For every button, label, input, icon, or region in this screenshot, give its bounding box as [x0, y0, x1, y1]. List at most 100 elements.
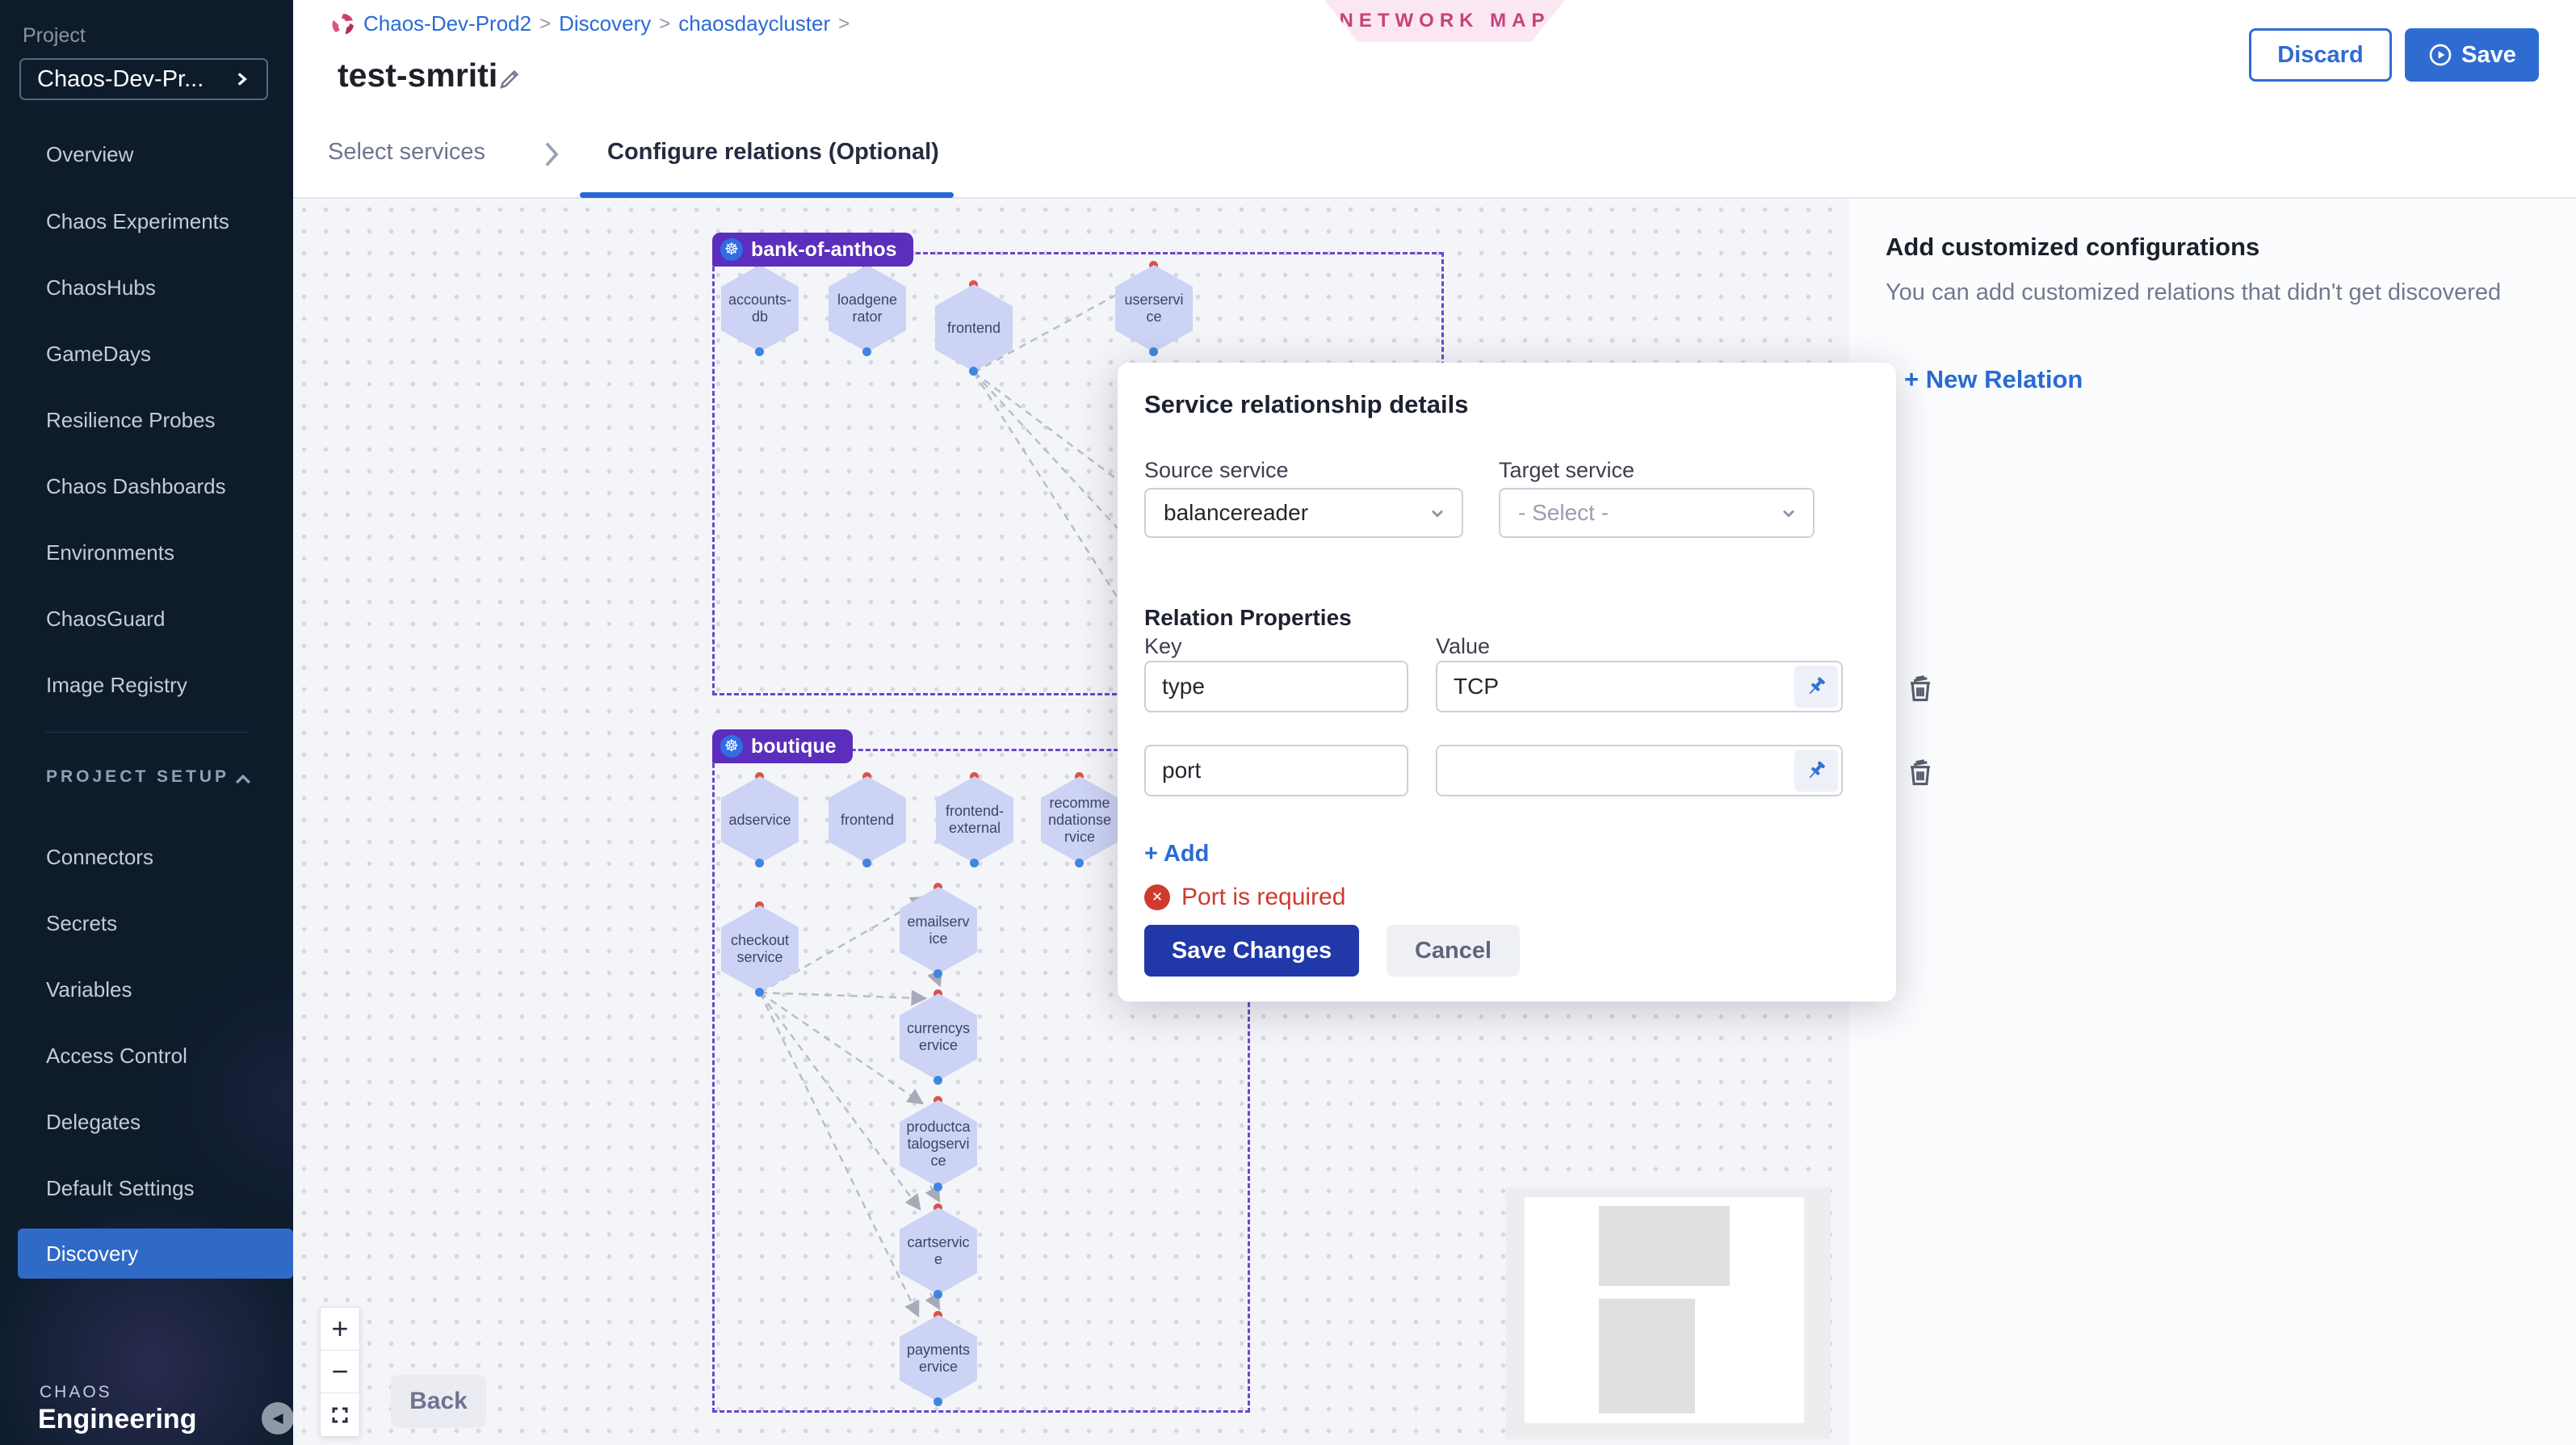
service-relationship-modal: Service relationship details Source serv… — [1118, 363, 1896, 1002]
service-node[interactable]: frontend — [829, 772, 906, 867]
delete-row-button[interactable] — [1903, 754, 1938, 792]
new-relation-link[interactable]: + New Relation — [1904, 365, 2083, 394]
chaos-logo-icon — [331, 12, 355, 36]
service-node-label: paymentservice — [906, 1342, 971, 1376]
sidebar-item-discovery[interactable]: Discovery — [18, 1229, 293, 1279]
sidebar-item-gamedays[interactable]: GameDays — [0, 330, 293, 377]
service-node[interactable]: frontend-external — [936, 772, 1013, 867]
service-node[interactable]: productcatalogservice — [900, 1096, 977, 1191]
sidebar-item-chaosguard[interactable]: ChaosGuard — [0, 595, 293, 642]
fit-view-button[interactable] — [321, 1393, 359, 1436]
app-root: ☸ bank-of-anthos ☸ boutique — [0, 0, 2576, 1445]
brand-module-label: CHAOS — [40, 1383, 112, 1402]
target-service-placeholder: - Select - — [1518, 500, 1609, 526]
tab-select-services[interactable]: Select services — [328, 139, 485, 166]
save-button[interactable]: Save — [2405, 28, 2539, 82]
service-node[interactable]: emailservice — [900, 883, 977, 978]
service-node-label: currencyservice — [906, 1020, 971, 1054]
service-node-label: cartservice — [906, 1234, 971, 1268]
sidebar-item-overview[interactable]: Overview — [0, 131, 293, 178]
egress-dot — [1075, 859, 1084, 867]
service-node[interactable]: frontend — [935, 280, 1013, 376]
chevron-up-icon[interactable] — [233, 769, 254, 790]
sidebar-item-chaoshubs[interactable]: ChaosHubs — [0, 264, 293, 311]
relation-properties-heading: Relation Properties — [1144, 605, 1352, 631]
breadcrumb-link-agent[interactable]: chaosdaycluster — [678, 11, 830, 36]
project-selector[interactable]: Chaos-Dev-Pr... — [19, 58, 268, 100]
sidebar-item-image-registry[interactable]: Image Registry — [0, 662, 293, 708]
egress-dot — [755, 859, 764, 867]
value-input-row1[interactable] — [1437, 662, 1791, 711]
sidebar-item-chaos-dashboards[interactable]: Chaos Dashboards — [0, 463, 293, 510]
sidebar-item-resilience-probes[interactable]: Resilience Probes — [0, 397, 293, 443]
sidebar-collapse-button[interactable]: ◀ — [262, 1402, 293, 1434]
service-node[interactable]: adservice — [721, 772, 799, 867]
pin-value-button[interactable] — [1794, 666, 1838, 708]
sidebar-item-variables[interactable]: Variables — [0, 966, 293, 1013]
pin-value-button[interactable] — [1794, 750, 1838, 792]
service-node[interactable]: checkoutservice — [721, 901, 799, 997]
service-node[interactable]: recommendationservice — [1041, 772, 1118, 867]
pin-icon — [1804, 674, 1828, 699]
customized-configurations-panel: Add customized configurations You can ad… — [1849, 199, 2576, 1445]
add-property-link[interactable]: + Add — [1144, 841, 1209, 867]
project-setup-heading[interactable]: PROJECT SETUP — [46, 767, 229, 787]
breadcrumb-link-project[interactable]: Chaos-Dev-Prod2 — [363, 11, 531, 36]
cluster-badge-bank-of-anthos[interactable]: ☸ bank-of-anthos — [712, 233, 913, 267]
sidebar-item-connectors[interactable]: Connectors — [0, 834, 293, 880]
discard-button[interactable]: Discard — [2249, 28, 2392, 82]
key-input-row1[interactable] — [1144, 661, 1408, 712]
sidebar-item-environments[interactable]: Environments — [0, 529, 293, 576]
chevron-separator-icon: > — [659, 13, 670, 36]
minimap-viewport — [1525, 1197, 1804, 1423]
egress-dot — [933, 1076, 942, 1085]
egress-dot — [933, 1290, 942, 1299]
minimap[interactable] — [1506, 1187, 1831, 1439]
zoom-out-button[interactable]: − — [321, 1350, 359, 1393]
egress-dot — [755, 347, 764, 356]
sidebar-item-default-settings[interactable]: Default Settings — [0, 1165, 293, 1212]
value-field-row1 — [1436, 661, 1843, 712]
validation-error: ✕ Port is required — [1144, 884, 1345, 911]
service-node-label: recommendationservice — [1047, 795, 1112, 846]
egress-dot — [755, 988, 764, 997]
target-service-select[interactable]: - Select - — [1499, 488, 1815, 538]
cluster-name: bank-of-anthos — [751, 238, 897, 262]
target-service-label: Target service — [1499, 458, 1634, 483]
pin-icon — [1804, 758, 1828, 783]
tab-configure-relations[interactable]: Configure relations (Optional) — [607, 139, 939, 166]
sidebar-item-chaos-experiments[interactable]: Chaos Experiments — [0, 198, 293, 245]
cancel-button[interactable]: Cancel — [1387, 925, 1520, 977]
save-changes-button[interactable]: Save Changes — [1144, 925, 1359, 977]
chevron-down-icon — [1779, 503, 1798, 523]
service-node[interactable]: currencyservice — [900, 989, 977, 1085]
service-node[interactable]: userservice — [1115, 261, 1193, 356]
sidebar-item-delegates[interactable]: Delegates — [0, 1098, 293, 1145]
panel-heading: Add customized configurations — [1886, 233, 2259, 262]
service-node[interactable]: accounts-db — [721, 261, 799, 356]
delete-row-button[interactable] — [1903, 670, 1938, 708]
zoom-in-button[interactable]: + — [321, 1308, 359, 1350]
key-input-row2[interactable] — [1144, 745, 1408, 796]
service-node-label: frontend — [947, 320, 1001, 337]
value-field-row2 — [1436, 745, 1843, 796]
breadcrumb-link-discovery[interactable]: Discovery — [559, 11, 651, 36]
sidebar-item-access-control[interactable]: Access Control — [0, 1032, 293, 1079]
back-button[interactable]: Back — [391, 1375, 486, 1428]
canvas-zoom-controls: + − — [320, 1307, 360, 1437]
egress-dot — [970, 859, 979, 867]
service-node[interactable]: paymentservice — [900, 1311, 977, 1406]
cluster-name: boutique — [751, 735, 837, 758]
cluster-badge-boutique[interactable]: ☸ boutique — [712, 729, 853, 763]
source-service-select[interactable]: balancereader — [1144, 488, 1463, 538]
service-node[interactable]: loadgenerator — [829, 261, 906, 356]
service-node[interactable]: cartservice — [900, 1203, 977, 1299]
sidebar-divider — [46, 732, 248, 733]
sidebar-item-secrets[interactable]: Secrets — [0, 900, 293, 947]
kubernetes-icon: ☸ — [720, 735, 743, 758]
active-tab-underline — [580, 192, 954, 198]
value-input-row2[interactable] — [1437, 746, 1791, 795]
edit-title-icon[interactable] — [497, 66, 522, 92]
service-node-label: frontend — [841, 812, 894, 829]
service-node-label: frontend-external — [942, 803, 1007, 837]
